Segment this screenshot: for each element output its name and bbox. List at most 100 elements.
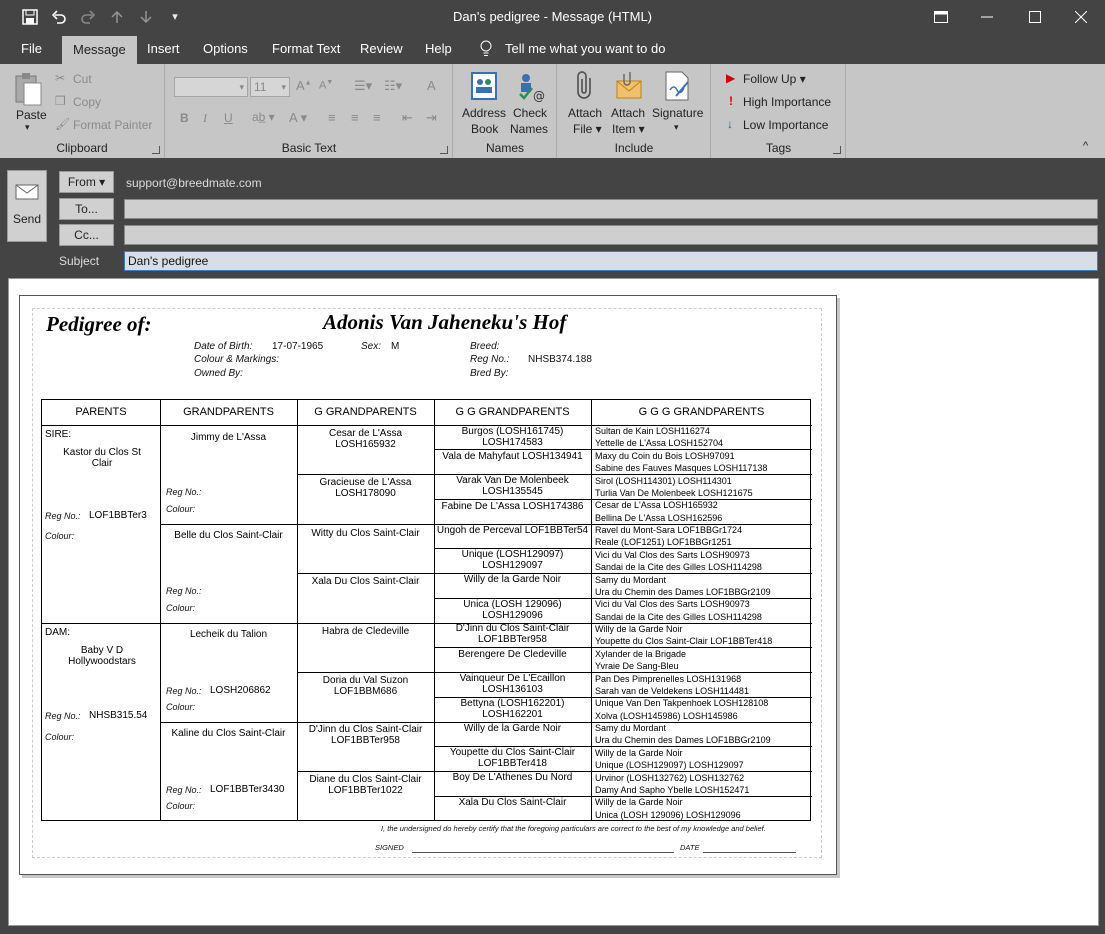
- attach-item-button[interactable]: Attach Item ▾: [610, 70, 650, 142]
- ggg-grandparent: Vici du Val Clos des Sarts LOSH90973: [595, 550, 750, 560]
- paste-dropdown-icon: ▾: [25, 122, 30, 132]
- dob-label: Date of Birth:: [194, 341, 253, 352]
- breed-label: Breed:: [470, 341, 500, 352]
- numbering-icon[interactable]: ☷▾: [384, 78, 402, 94]
- tab-options[interactable]: Options: [203, 34, 248, 64]
- clipboard-launcher-icon[interactable]: [152, 146, 160, 154]
- italic-button[interactable]: I: [203, 111, 207, 126]
- ribbon-display-icon[interactable]: [918, 0, 964, 34]
- format-painter-button[interactable]: 🖌 Format Painter: [55, 117, 165, 134]
- shrink-font-icon[interactable]: A▼: [319, 79, 333, 92]
- sire-reg-label: Reg No.:: [45, 511, 81, 521]
- signature-button[interactable]: Signature ▾: [650, 70, 708, 142]
- basic-text-group-label: Basic Text: [281, 141, 337, 155]
- dog-name: Adonis Van Jaheneku's Hof: [323, 310, 567, 334]
- basic-text-launcher-icon[interactable]: [440, 146, 448, 154]
- g-grandparent: Xala Du Clos Saint-Clair: [311, 576, 420, 587]
- subject-field[interactable]: Dan's pedigree: [124, 251, 1098, 271]
- increase-indent-icon[interactable]: ⇥: [426, 110, 437, 126]
- bold-button[interactable]: B: [180, 111, 189, 125]
- message-header: Send From ▾ support@breedmate.com To... …: [0, 158, 1105, 278]
- grandparent-reg: LOF1BBTer3430: [210, 784, 285, 795]
- signed-label: SIGNED: [375, 843, 404, 852]
- check-names-button[interactable]: @ Check Names: [510, 70, 554, 142]
- header-gg-grandparents: G G GRANDPARENTS: [455, 406, 570, 418]
- gg-grandparent: D'Jinn du Clos Saint-Clair LOF1BBTer958: [455, 623, 570, 645]
- tab-format-text[interactable]: Format Text: [272, 34, 340, 64]
- gg-grandparent: Burgos (LOSH161745) LOSH174583: [461, 426, 564, 448]
- align-center-icon[interactable]: ≡: [351, 110, 359, 125]
- col-divider: [434, 400, 435, 820]
- tab-insert[interactable]: Insert: [147, 34, 180, 64]
- high-importance-button[interactable]: ! High Importance: [726, 94, 844, 111]
- ggg-grandparent: Unique Van Den Takpenhoek LOSH128108: [595, 698, 769, 708]
- clear-formatting-icon[interactable]: A: [427, 78, 436, 93]
- close-icon[interactable]: [1058, 0, 1104, 34]
- cut-button[interactable]: ✂ Cut: [55, 71, 155, 88]
- ggg-grandparent: Sabine des Fauves Masques LOSH117138: [595, 463, 768, 473]
- gg-grandparent: Boy De L'Athenes Du Nord: [452, 772, 573, 783]
- font-size-combo[interactable]: 11 ▾: [250, 77, 290, 97]
- grow-font-icon[interactable]: A▲: [296, 78, 312, 93]
- g-grandparent: Gracieuse de L'Assa LOSH178090: [319, 477, 412, 499]
- paste-button[interactable]: Paste ▾: [13, 72, 47, 144]
- dam-reg: NHSB315.54: [89, 710, 148, 721]
- tags-launcher-icon[interactable]: [833, 146, 841, 154]
- include-group: Attach File ▾ Attach Item ▾ Signature ▾ …: [558, 64, 711, 158]
- cc-button[interactable]: Cc...: [59, 224, 114, 246]
- font-name-combo[interactable]: ▾: [174, 77, 248, 97]
- copy-button[interactable]: ❐ Copy: [55, 94, 155, 111]
- ggg-grandparent: Unica (LOSH 129096) LOSH129096: [595, 810, 741, 820]
- ggg-grandparent: Bellina De L'Assa LOSH162596: [595, 513, 723, 523]
- signature-icon: [665, 71, 689, 101]
- cc-field[interactable]: [124, 225, 1098, 245]
- send-button[interactable]: Send: [7, 170, 47, 242]
- gg-grandparent: Vainqueur De L'Ecaillon LOSH136103: [459, 673, 566, 695]
- grandparent-colour-label: Colour:: [166, 504, 196, 514]
- address-book-button[interactable]: Address Book: [462, 70, 506, 142]
- align-left-icon[interactable]: ≡: [328, 110, 336, 125]
- bullets-icon[interactable]: ☰▾: [354, 78, 372, 94]
- maximize-icon[interactable]: [1012, 0, 1058, 34]
- copy-label: Copy: [73, 95, 102, 109]
- header-parents: PARENTS: [75, 406, 127, 418]
- ggg-grandparent: Xolva (LOSH145986) LOSH145986: [595, 711, 738, 721]
- ggg-grandparent: Willy de la Garde Noir: [595, 797, 683, 807]
- to-button[interactable]: To...: [59, 198, 114, 220]
- scissors-icon: ✂: [55, 71, 66, 85]
- align-right-icon[interactable]: ≡: [373, 110, 381, 125]
- g-grandparent: D'Jinn du Clos Saint-Clair LOF1BBTer958: [308, 724, 423, 746]
- minimize-icon[interactable]: [964, 0, 1010, 34]
- check-names-icon: @: [519, 74, 545, 103]
- sire-colour-label: Colour:: [45, 531, 75, 541]
- attach-item-label-2: Item ▾: [612, 122, 645, 136]
- row-divider: [42, 623, 812, 624]
- tab-message[interactable]: Message: [62, 36, 137, 64]
- highlight-icon[interactable]: ab̲ ▾: [252, 110, 275, 124]
- ggg-grandparent: Cesar de L'Assa LOSH165932: [595, 500, 718, 510]
- attach-file-button[interactable]: Attach File ▾: [566, 70, 606, 142]
- header-g-grandparents: G GRANDPARENTS: [314, 406, 417, 418]
- tab-file[interactable]: File: [21, 34, 42, 64]
- from-value: support@breedmate.com: [126, 176, 262, 190]
- to-field[interactable]: [124, 199, 1098, 219]
- follow-up-label: Follow Up ▾: [743, 72, 806, 86]
- grandparent-reg-label: Reg No.:: [166, 586, 202, 596]
- from-button[interactable]: From ▾: [59, 171, 114, 193]
- underline-button[interactable]: U: [224, 111, 233, 125]
- dam-reg-label: Reg No.:: [45, 711, 81, 721]
- decrease-indent-icon[interactable]: ⇤: [402, 110, 413, 126]
- tab-help[interactable]: Help: [425, 34, 452, 64]
- high-importance-label: High Importance: [743, 95, 832, 109]
- font-color-icon[interactable]: A ▾: [289, 110, 307, 126]
- tab-review[interactable]: Review: [360, 34, 403, 64]
- g-grandparent: Diane du Clos Saint-Clair LOF1BBTer1022: [309, 774, 422, 796]
- collapse-ribbon-icon[interactable]: ^: [1083, 140, 1088, 152]
- follow-up-button[interactable]: ▶ Follow Up ▾: [726, 71, 844, 88]
- tell-me-search[interactable]: Tell me what you want to do: [505, 34, 665, 64]
- message-body[interactable]: Pedigree of: Adonis Van Jaheneku's Hof D…: [8, 278, 1099, 926]
- signature-dropdown-icon: ▾: [674, 122, 679, 132]
- ggg-grandparent: Reale (LOF1251) LOF1BBGr1251: [595, 537, 732, 547]
- low-importance-button[interactable]: ↓ Low Importance: [726, 117, 844, 134]
- check-label-1: Check: [513, 106, 548, 120]
